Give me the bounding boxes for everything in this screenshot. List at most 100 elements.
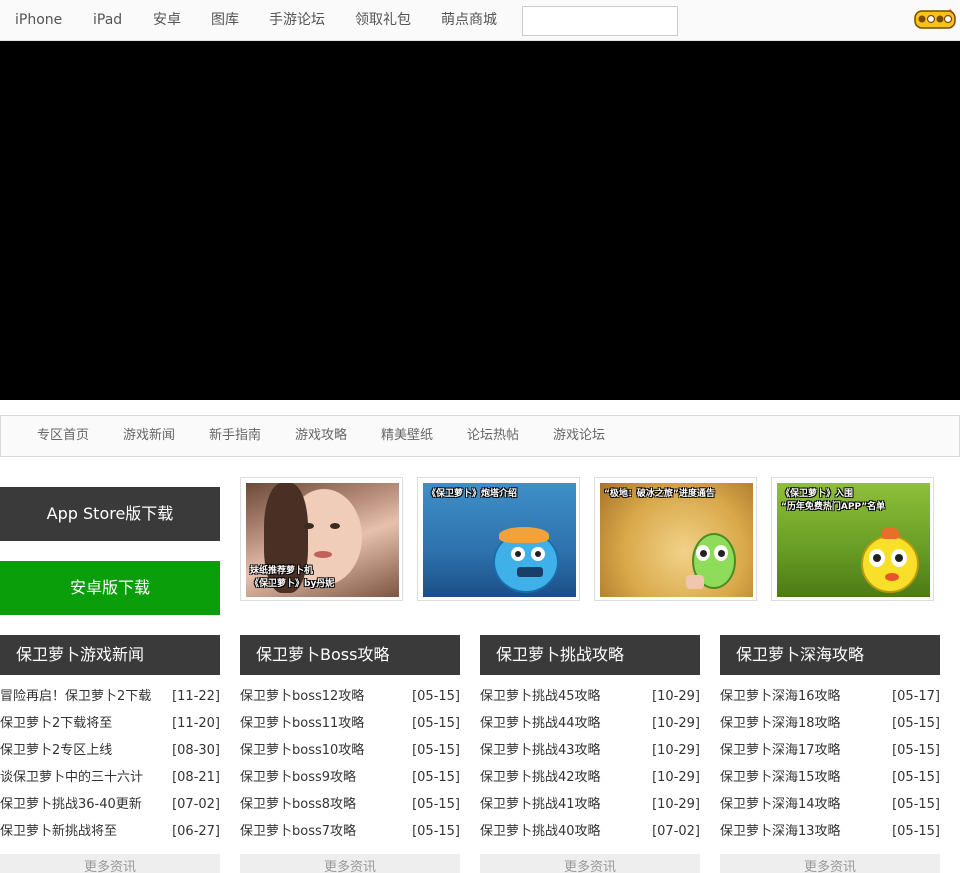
top-nav: iPhone iPad 安卓 图库 手游论坛 领取礼包 萌点商城: [0, 0, 960, 41]
list-item-date: [05-17]: [892, 689, 940, 704]
list-item-title: 保卫萝卜深海18攻略: [720, 716, 841, 731]
list-item[interactable]: 保卫萝卜挑战42攻略 [10-29]: [480, 764, 700, 791]
list-item[interactable]: 保卫萝卜boss12攻略 [05-15]: [240, 683, 460, 710]
list-item-title: 保卫萝卜2下载将至: [0, 716, 113, 731]
thumbnail-image: 《保卫萝卜》入围 “历年免费热门APP”名单: [777, 483, 930, 597]
list-item[interactable]: 保卫萝卜深海14攻略 [05-15]: [720, 791, 940, 818]
list-item[interactable]: 保卫萝卜boss8攻略 [05-15]: [240, 791, 460, 818]
list-item-date: [05-15]: [412, 824, 460, 839]
section-nav-strategy[interactable]: 游戏攻略: [295, 416, 347, 456]
list-item-date: [07-02]: [652, 824, 700, 839]
section-nav-wallpaper[interactable]: 精美壁纸: [381, 416, 433, 456]
list-item[interactable]: 保卫萝卜新挑战将至 [06-27]: [0, 818, 220, 845]
more-news-button[interactable]: 更多资讯: [720, 854, 940, 873]
app-store-download-button[interactable]: App Store版下载: [0, 487, 220, 541]
list-item-date: [05-15]: [892, 716, 940, 731]
list-item-title: 保卫萝卜boss12攻略: [240, 689, 365, 704]
list-item-title: 保卫萝卜挑战36-40更新: [0, 797, 142, 812]
list-item[interactable]: 保卫萝卜boss9攻略 [05-15]: [240, 764, 460, 791]
nav-link-ipad[interactable]: iPad: [93, 0, 122, 41]
featured-thumbnail[interactable]: 《保卫萝卜》炮塔介绍: [417, 477, 580, 601]
list-item-date: [05-15]: [892, 797, 940, 812]
list-item[interactable]: 保卫萝卜深海17攻略 [05-15]: [720, 737, 940, 764]
nav-link-forum[interactable]: 手游论坛: [269, 0, 325, 41]
featured-thumbnail[interactable]: 《保卫萝卜》入围 “历年免费热门APP”名单: [771, 477, 934, 601]
nav-link-iphone[interactable]: iPhone: [15, 0, 62, 41]
thumbnail-caption: “历年免费热门APP”名单: [781, 502, 886, 512]
list-item-title: 保卫萝卜2专区上线: [0, 743, 113, 758]
18183-logo-icon[interactable]: [914, 8, 956, 30]
list-item[interactable]: 保卫萝卜深海16攻略 [05-17]: [720, 683, 940, 710]
list-item-date: [05-15]: [892, 743, 940, 758]
list-item-date: [10-29]: [652, 770, 700, 785]
featured-thumbnail[interactable]: 妹纸推荐萝卜机 《保卫萝卜》by丹妮: [240, 477, 403, 601]
list-item-title: 保卫萝卜深海16攻略: [720, 689, 841, 704]
list-item-date: [07-02]: [172, 797, 220, 812]
section-nav-guide[interactable]: 新手指南: [209, 416, 261, 456]
list-item-title: 冒险再启！保卫萝卜2下载: [0, 689, 152, 704]
list-item-title: 保卫萝卜boss7攻略: [240, 824, 357, 839]
list-item[interactable]: 保卫萝卜2下载将至 [11-20]: [0, 710, 220, 737]
news-column: 保卫萝卜游戏新闻 冒险再启！保卫萝卜2下载 [11-22] 保卫萝卜2下载将至 [1…: [0, 635, 220, 873]
list-item-title: 保卫萝卜深海17攻略: [720, 743, 841, 758]
list-item[interactable]: 冒险再启！保卫萝卜2下载 [11-22]: [0, 683, 220, 710]
list-item-date: [05-15]: [412, 770, 460, 785]
list-item-date: [05-15]: [412, 797, 460, 812]
nav-link-android[interactable]: 安卓: [153, 0, 181, 41]
list-item-title: 保卫萝卜挑战40攻略: [480, 824, 601, 839]
list-item-date: [10-29]: [652, 689, 700, 704]
list-item-date: [05-15]: [892, 824, 940, 839]
list-item[interactable]: 保卫萝卜boss10攻略 [05-15]: [240, 737, 460, 764]
list-item-date: [10-29]: [652, 716, 700, 731]
list-item-title: 保卫萝卜挑战42攻略: [480, 770, 601, 785]
more-news-button[interactable]: 更多资讯: [240, 854, 460, 873]
list-item-title: 保卫萝卜深海14攻略: [720, 797, 841, 812]
list-item-title: 保卫萝卜深海13攻略: [720, 824, 841, 839]
news-list: 保卫萝卜挑战45攻略 [10-29] 保卫萝卜挑战44攻略 [10-29] 保卫萝卜…: [480, 683, 700, 845]
search-input[interactable]: [522, 6, 678, 36]
more-news-button[interactable]: 更多资讯: [0, 854, 220, 873]
list-item-date: [05-15]: [892, 770, 940, 785]
list-item[interactable]: 保卫萝卜深海15攻略 [05-15]: [720, 764, 940, 791]
list-item-date: [06-27]: [172, 824, 220, 839]
android-download-button[interactable]: 安卓版下载: [0, 561, 220, 615]
thumbnail-image: 《保卫萝卜》炮塔介绍: [423, 483, 576, 597]
thumbnail-caption: 妹纸推荐萝卜机: [250, 566, 314, 576]
list-item[interactable]: 保卫萝卜深海18攻略 [05-15]: [720, 710, 940, 737]
more-news-button[interactable]: 更多资讯: [480, 854, 700, 873]
list-item-date: [05-15]: [412, 689, 460, 704]
nav-link-store[interactable]: 萌点商城: [441, 0, 497, 41]
featured-thumbnail[interactable]: “极地：破冰之旅”进度通告: [594, 477, 757, 601]
list-item-date: [08-30]: [172, 743, 220, 758]
list-item[interactable]: 保卫萝卜挑战43攻略 [10-29]: [480, 737, 700, 764]
list-item[interactable]: 保卫萝卜2专区上线 [08-30]: [0, 737, 220, 764]
column-title: 保卫萝卜Boss攻略: [240, 635, 460, 675]
list-item[interactable]: 谈保卫萝卜中的三十六计 [08-21]: [0, 764, 220, 791]
column-title: 保卫萝卜游戏新闻: [0, 635, 220, 675]
list-item-date: [11-22]: [172, 689, 220, 704]
list-item[interactable]: 保卫萝卜挑战44攻略 [10-29]: [480, 710, 700, 737]
list-item-title: 保卫萝卜挑战43攻略: [480, 743, 601, 758]
list-item-title: 保卫萝卜boss8攻略: [240, 797, 357, 812]
column-title: 保卫萝卜挑战攻略: [480, 635, 700, 675]
list-item[interactable]: 保卫萝卜boss11攻略 [05-15]: [240, 710, 460, 737]
list-item[interactable]: 保卫萝卜深海13攻略 [05-15]: [720, 818, 940, 845]
video-player[interactable]: [0, 41, 960, 400]
section-nav-home[interactable]: 专区首页: [37, 416, 89, 456]
nav-link-gift[interactable]: 领取礼包: [355, 0, 411, 41]
thumbnail-image: 妹纸推荐萝卜机 《保卫萝卜》by丹妮: [246, 483, 399, 597]
news-list: 保卫萝卜深海16攻略 [05-17] 保卫萝卜深海18攻略 [05-15] 保卫萝卜…: [720, 683, 940, 845]
thumbnail-caption: 《保卫萝卜》入围: [781, 489, 854, 499]
section-nav-news[interactable]: 游戏新闻: [123, 416, 175, 456]
section-nav-hot-posts[interactable]: 论坛热帖: [467, 416, 519, 456]
list-item[interactable]: 保卫萝卜挑战36-40更新 [07-02]: [0, 791, 220, 818]
news-list: 保卫萝卜boss12攻略 [05-15] 保卫萝卜boss11攻略 [05-15] …: [240, 683, 460, 845]
list-item[interactable]: 保卫萝卜挑战41攻略 [10-29]: [480, 791, 700, 818]
nav-link-gallery[interactable]: 图库: [211, 0, 239, 41]
list-item[interactable]: 保卫萝卜boss7攻略 [05-15]: [240, 818, 460, 845]
list-item[interactable]: 保卫萝卜挑战45攻略 [10-29]: [480, 683, 700, 710]
list-item[interactable]: 保卫萝卜挑战40攻略 [07-02]: [480, 818, 700, 845]
list-item-title: 谈保卫萝卜中的三十六计: [0, 770, 144, 785]
list-item-title: 保卫萝卜深海15攻略: [720, 770, 841, 785]
section-nav-game-forum[interactable]: 游戏论坛: [553, 416, 605, 456]
